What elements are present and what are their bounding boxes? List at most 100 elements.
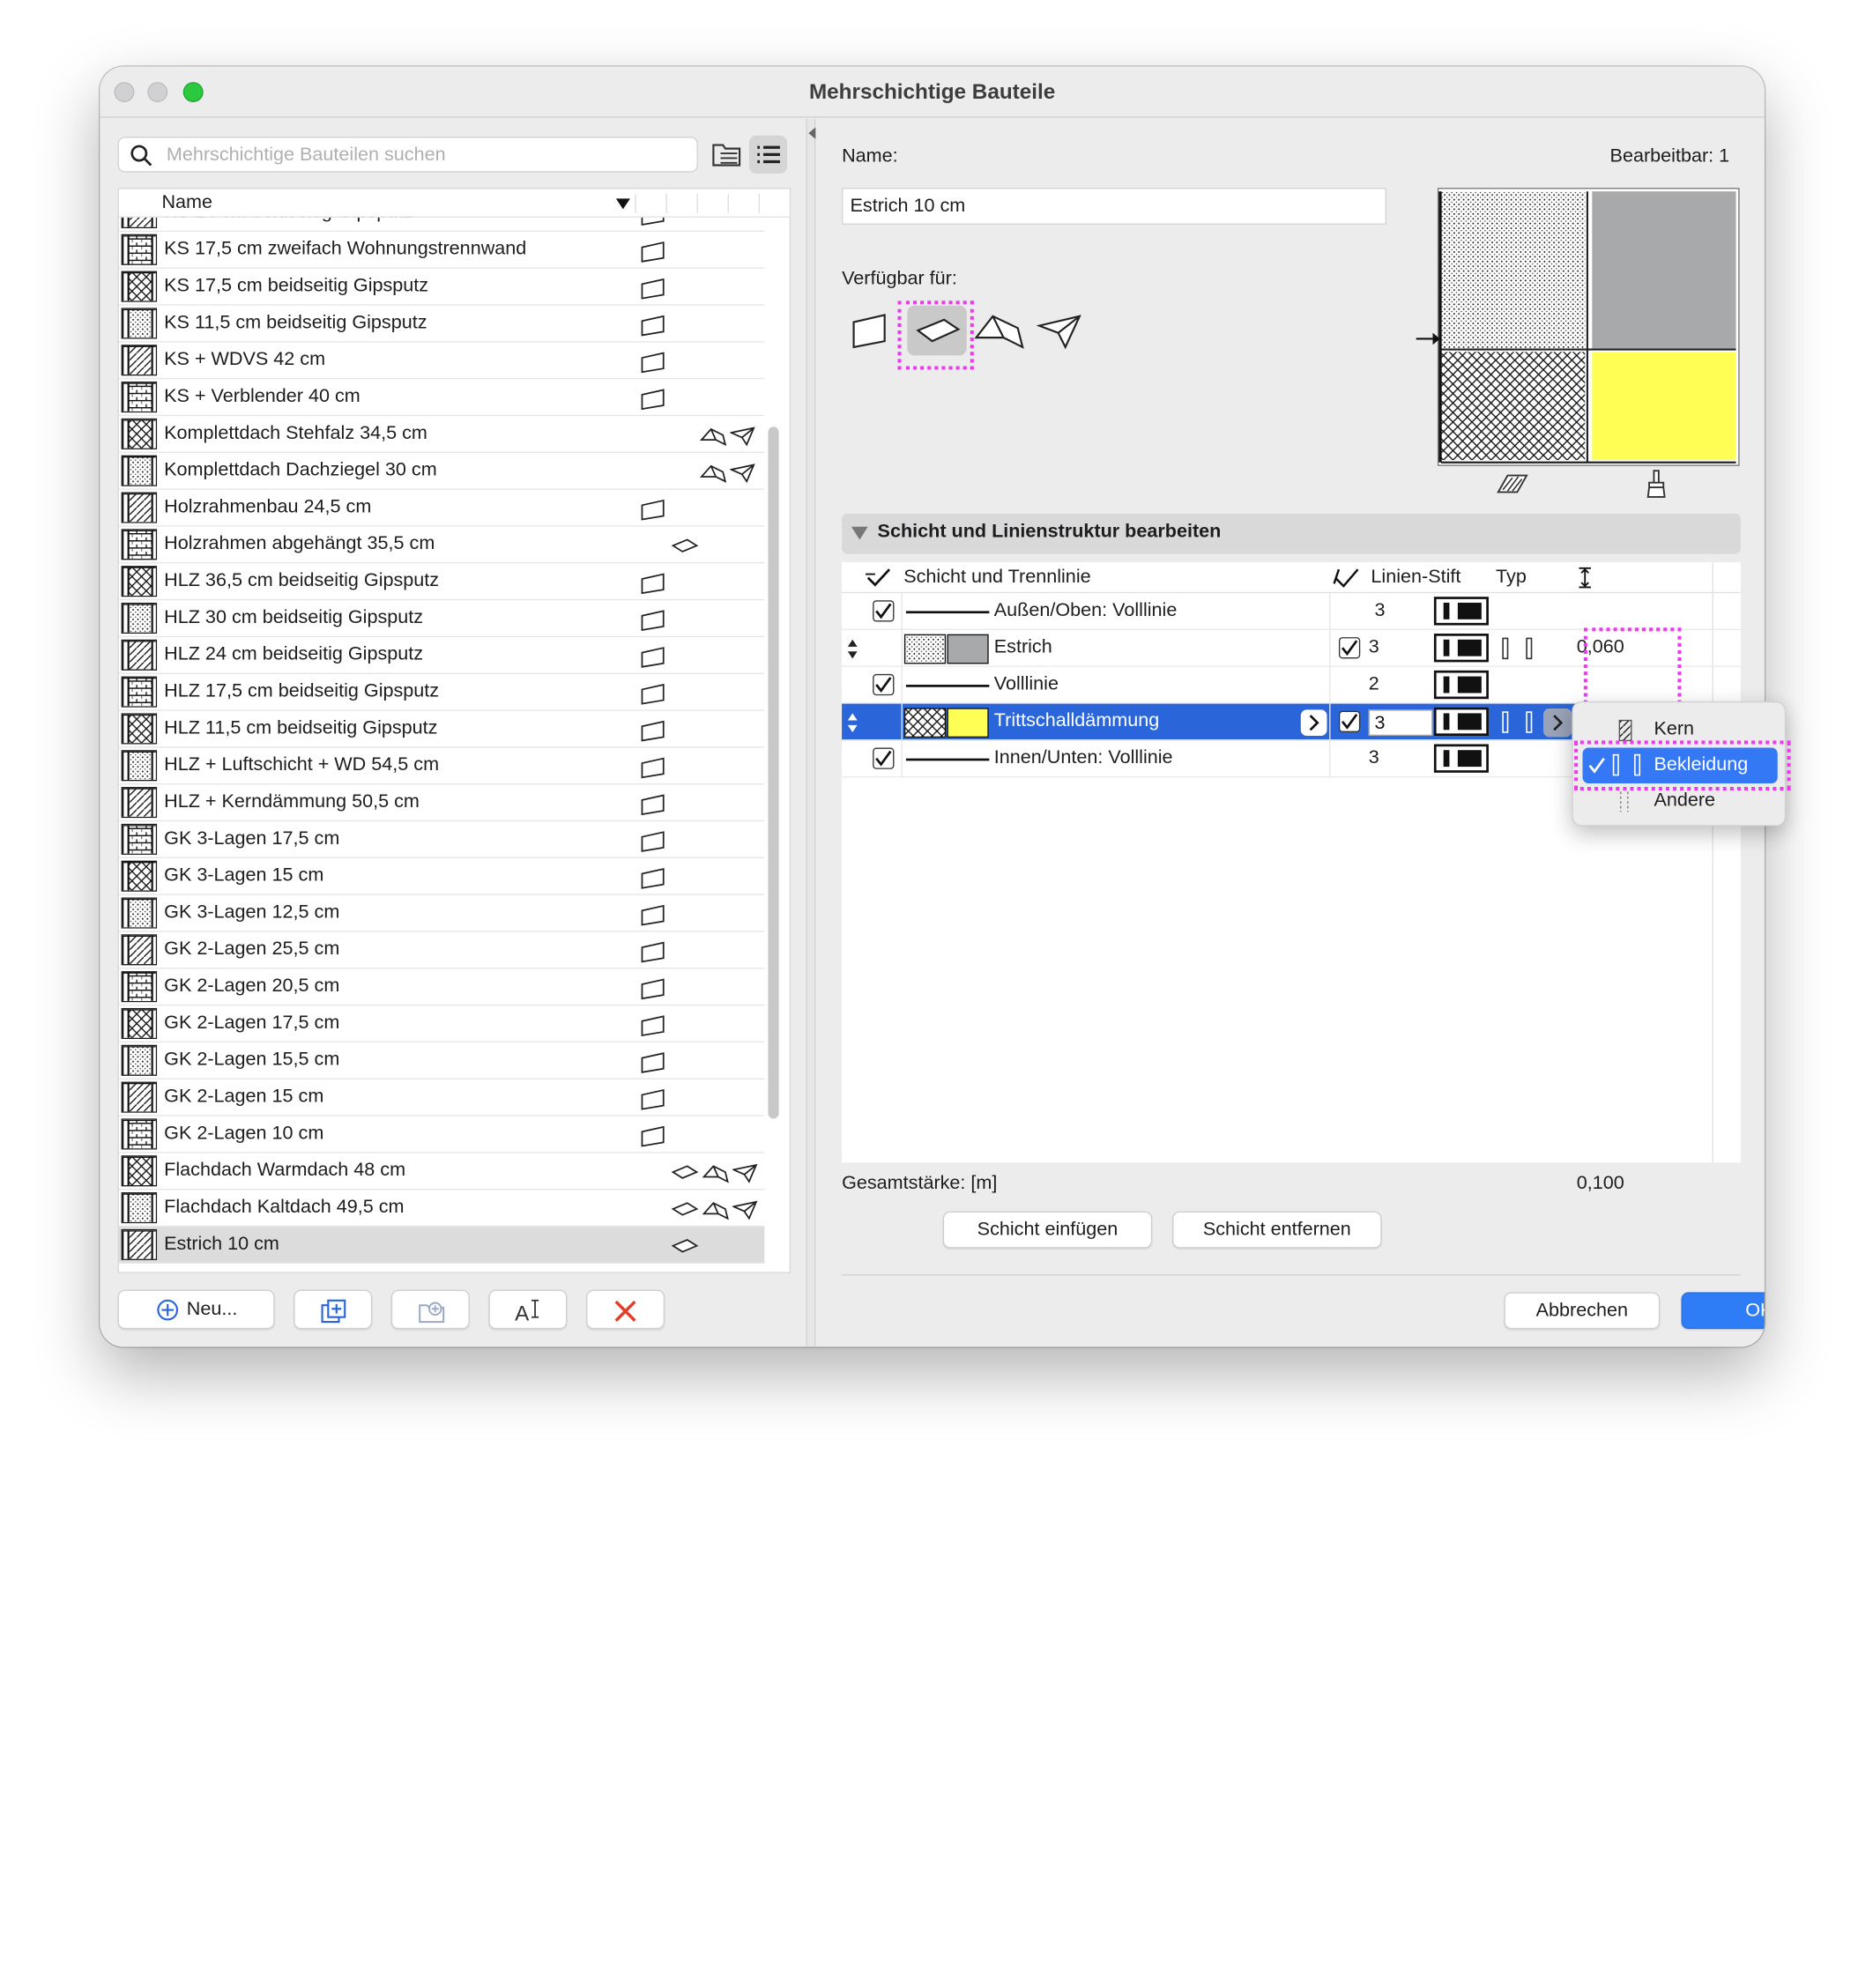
folder-view-button[interactable] (709, 136, 747, 174)
disclosure-down-icon[interactable] (851, 526, 868, 541)
available-shell-toggle[interactable] (1037, 311, 1084, 352)
list-item[interactable]: KS 17,5 cm beidseitig Gipsputz (118, 269, 765, 306)
list-item[interactable]: GK 2-Lagen 10 cm (118, 1116, 765, 1153)
available-wall-toggle[interactable] (849, 311, 892, 349)
name-input-value: Estrich 10 cm (850, 196, 966, 217)
delete-x-icon (614, 1300, 636, 1322)
shell-icon (732, 1162, 759, 1183)
layer-row-outer-line[interactable]: Außen/Oben: Volllinie 3 (842, 593, 1741, 630)
list-item-label: KS + Verblender 40 cm (164, 386, 360, 407)
list-item[interactable]: GK 2-Lagen 15 cm (118, 1079, 765, 1116)
row-checkbox[interactable] (873, 747, 895, 769)
list-item[interactable]: KS + WDVS 42 cm (118, 343, 765, 380)
list-item[interactable]: KS + Verblender 40 cm (118, 379, 765, 417)
list-scrollbar[interactable] (768, 427, 779, 1119)
roof-icon (702, 1162, 730, 1183)
title-bar: Mehrschichtige Bauteile (100, 66, 1765, 118)
thickness-column-icon (1579, 567, 1591, 589)
rename-icon: A (515, 1299, 539, 1325)
list-view-button[interactable] (748, 135, 788, 174)
pen-input[interactable]: 3 (1368, 709, 1433, 737)
composite-swatch (121, 676, 158, 708)
finish-type-icon[interactable] (1500, 711, 1535, 735)
layer-fill-swatch[interactable] (903, 708, 989, 738)
fill-pattern-icon[interactable] (1496, 471, 1529, 497)
list-item[interactable]: Komplettdach Stehfalz 34,5 cm (118, 416, 765, 453)
duplicate-button[interactable] (294, 1289, 373, 1330)
new-button[interactable]: Neu... (117, 1289, 275, 1330)
pen-number[interactable]: 3 (1369, 748, 1379, 769)
drag-handle-icon[interactable] (846, 713, 858, 732)
type-popup-button[interactable] (1543, 708, 1572, 738)
paint-brush-icon[interactable] (1645, 469, 1668, 500)
cancel-button[interactable]: Abbrechen (1504, 1292, 1661, 1330)
list-item[interactable]: KS 11,5 cm beidseitig Gipsputz (118, 306, 765, 343)
editable-count: Bearbeitbar: 1 (1609, 145, 1730, 167)
list-item[interactable]: Flachdach Kaltdach 49,5 cm (118, 1190, 765, 1228)
list-item[interactable]: GK 2-Lagen 25,5 cm (118, 932, 765, 969)
list-item[interactable]: HLZ 24 cm beidseitig Gipsputz (118, 637, 765, 674)
list-item[interactable]: GK 2-Lagen 17,5 cm (118, 1005, 765, 1043)
drag-handle-icon[interactable] (846, 639, 858, 659)
rename-button[interactable]: A (488, 1289, 568, 1330)
list-item[interactable]: Holzrahmen abgehängt 35,5 cm (118, 527, 765, 564)
remove-layer-button[interactable]: Schicht entfernen (1172, 1211, 1382, 1249)
pen-swatch[interactable] (1433, 670, 1489, 700)
pen-swatch[interactable] (1433, 744, 1489, 773)
layer-fill-swatch[interactable] (903, 634, 989, 664)
layer-section-header[interactable]: Schicht und Linienstruktur bearbeiten (842, 513, 1741, 554)
delete-button[interactable] (586, 1289, 665, 1330)
name-input[interactable]: Estrich 10 cm (842, 188, 1386, 225)
row-checkbox[interactable] (873, 673, 895, 696)
folder-tree-icon (712, 144, 741, 167)
wall-icon (640, 757, 666, 779)
list-item[interactable]: Komplettdach Dachziegel 30 cm (118, 453, 765, 490)
list-item-label: Komplettdach Stehfalz 34,5 cm (164, 423, 427, 444)
checkmark-header-icon (866, 568, 891, 587)
pen-number[interactable]: 3 (1369, 637, 1379, 658)
list-item[interactable]: HLZ 17,5 cm beidseitig Gipsputz (118, 674, 765, 711)
list-item[interactable]: GK 3-Lagen 12,5 cm (118, 895, 765, 932)
import-button[interactable] (390, 1289, 470, 1330)
pen-swatch[interactable] (1433, 597, 1489, 626)
name-column-header[interactable]: Name (161, 193, 212, 214)
pen-number[interactable]: 3 (1374, 600, 1385, 621)
pen-number[interactable]: 2 (1369, 674, 1379, 695)
composite-swatch (121, 217, 158, 229)
row-show-checkbox[interactable] (1338, 710, 1361, 732)
list-item[interactable]: GK 3-Lagen 17,5 cm (118, 821, 765, 858)
list-item[interactable]: HLZ 36,5 cm beidseitig Gipsputz (118, 563, 765, 601)
chevron-right-icon (1309, 715, 1319, 731)
list-item-label: Holzrahmen abgehängt 35,5 cm (164, 533, 435, 554)
available-roof-toggle[interactable] (972, 311, 1024, 352)
show-column-icon (1333, 568, 1359, 588)
pen-swatch[interactable] (1433, 707, 1489, 737)
list-item[interactable]: KS 24 cm beidseitig Gipsputz (118, 217, 765, 233)
search-input[interactable]: Mehrschichtige Bauteilen suchen (117, 137, 698, 173)
list-item[interactable]: Holzrahmenbau 24,5 cm (118, 490, 765, 527)
insert-layer-button[interactable]: Schicht einfügen (942, 1211, 1153, 1249)
list-item[interactable]: GK 3-Lagen 15 cm (118, 858, 765, 895)
list-item[interactable]: GK 2-Lagen 15,5 cm (118, 1042, 765, 1079)
list-item[interactable]: HLZ 30 cm beidseitig Gipsputz (118, 600, 765, 638)
list-item[interactable]: KS 17,5 cm zweifach Wohnungstrennwand (118, 232, 765, 269)
list-item[interactable]: GK 2-Lagen 20,5 cm (118, 968, 765, 1006)
pane-divider[interactable] (806, 118, 816, 1347)
ok-button[interactable]: OK (1681, 1292, 1765, 1330)
expand-button[interactable] (1300, 709, 1327, 737)
row-checkbox[interactable] (873, 600, 895, 622)
wall-icon (640, 610, 666, 632)
list-item[interactable]: HLZ 11,5 cm beidseitig Gipsputz (118, 711, 765, 748)
composite-list: Name KS 24 cm beidseitig Gipsputz KS 17,5… (117, 188, 792, 1273)
list-item[interactable]: HLZ + Kerndämmung 50,5 cm (118, 784, 765, 822)
shell-icon (730, 463, 756, 484)
core-type-icon (1618, 719, 1632, 742)
list-item[interactable]: Flachdach Warmdach 48 cm (118, 1153, 765, 1191)
list-item[interactable]: Estrich 10 cm (118, 1227, 765, 1264)
search-icon (130, 145, 152, 167)
row-show-checkbox[interactable] (1338, 637, 1361, 659)
list-item[interactable]: HLZ + Luftschicht + WD 54,5 cm (118, 748, 765, 785)
pen-swatch[interactable] (1433, 634, 1489, 663)
sort-down-icon[interactable] (615, 198, 630, 210)
finish-type-icon[interactable] (1500, 637, 1535, 661)
